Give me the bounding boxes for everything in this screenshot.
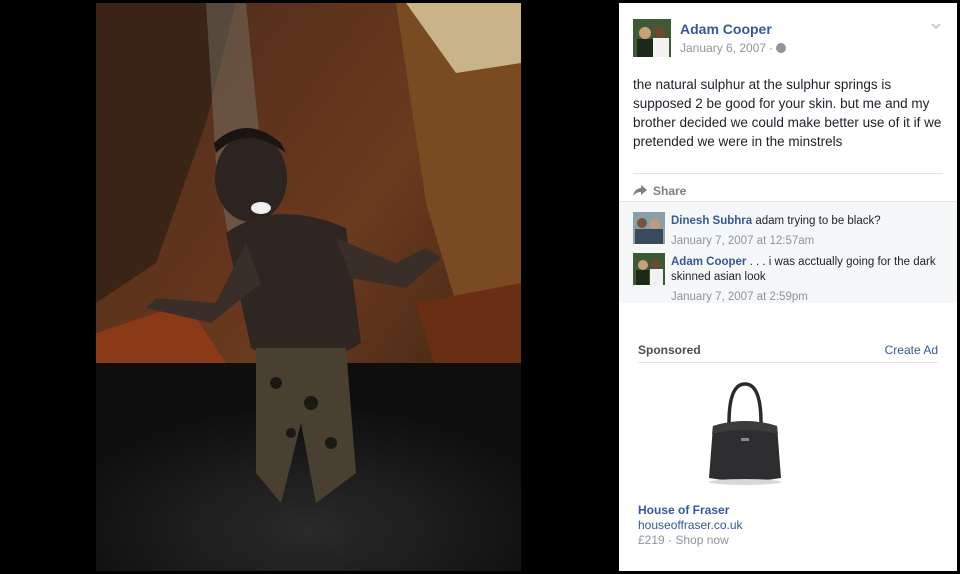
avatar-image [633, 19, 671, 57]
comment-avatar[interactable] [633, 212, 665, 244]
comment: Adam Cooper . . . i was acctually going … [633, 253, 943, 303]
post-text: the natural sulphur at the sulphur sprin… [633, 77, 942, 149]
post-date[interactable]: January 6, 2007 [680, 41, 766, 55]
post-meta: January 6, 2007 · [680, 41, 787, 55]
ad-url[interactable]: houseoffraser.co.uk [638, 518, 743, 532]
photo-image[interactable] [96, 3, 521, 571]
globe-icon[interactable] [776, 43, 787, 53]
comment-time[interactable]: January 7, 2007 at 12:57am [671, 234, 943, 249]
meta-separator: · [769, 41, 774, 55]
post-header: Adam Cooper January 6, 2007 · [633, 19, 943, 59]
photo-viewer [0, 0, 618, 574]
ad-price[interactable]: £219 · Shop now [638, 533, 729, 547]
photo-illustration [96, 3, 521, 571]
comment-text: adam trying to be black? [755, 215, 881, 227]
comment-time[interactable]: January 7, 2007 at 2:59pm [671, 290, 943, 305]
chevron-down-icon[interactable] [929, 19, 943, 33]
comment: Dinesh Subhra adam trying to be black? J… [633, 212, 943, 252]
avatar[interactable] [633, 19, 671, 57]
post-panel: Adam Cooper January 6, 2007 · the natura… [619, 3, 957, 571]
comment-author[interactable]: Dinesh Subhra [671, 215, 752, 227]
comment-body: Dinesh Subhra adam trying to be black? J… [671, 214, 943, 249]
comment-body: Adam Cooper . . . i was acctually going … [671, 255, 943, 305]
comment-avatar[interactable] [633, 253, 665, 285]
sponsored-header: Sponsored Create Ad [638, 341, 938, 363]
ad-title[interactable]: House of Fraser [638, 503, 729, 517]
share-button[interactable]: Share [633, 173, 943, 199]
comments-section: Dinesh Subhra adam trying to be black? J… [619, 201, 957, 303]
comment-avatar-image [633, 212, 665, 244]
author-name[interactable]: Adam Cooper [680, 21, 772, 37]
ad-product-image[interactable] [699, 378, 791, 493]
create-ad-link[interactable]: Create Ad [885, 343, 938, 357]
sponsored-label: Sponsored [638, 343, 701, 357]
comment-avatar-image [633, 253, 665, 285]
share-label: Share [653, 183, 687, 198]
comment-author[interactable]: Adam Cooper [671, 256, 746, 268]
share-arrow-icon [633, 184, 647, 196]
